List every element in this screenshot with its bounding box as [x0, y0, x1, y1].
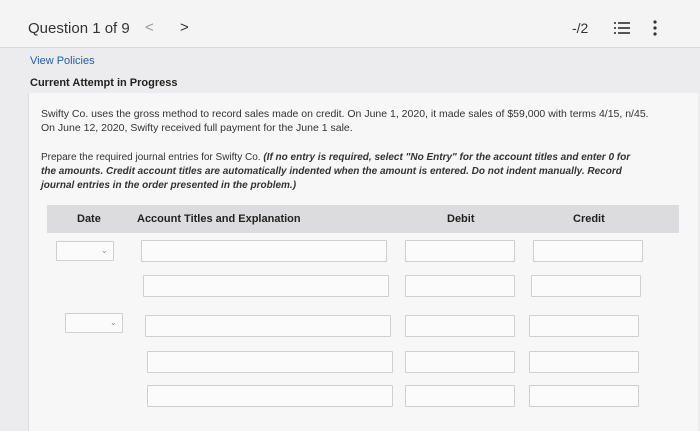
debit-column-header: Debit: [447, 213, 475, 225]
entry2-row2-account-input[interactable]: [147, 351, 393, 373]
entry1-row2-debit-input[interactable]: [405, 275, 515, 297]
entry2-row2-debit-input[interactable]: [405, 351, 515, 373]
attempt-status: Current Attempt in Progress: [30, 77, 178, 89]
instructions-plain: Prepare the required journal entries for…: [41, 152, 264, 163]
entry1-row1-credit-input[interactable]: [533, 240, 643, 262]
entry1-row2-account-input[interactable]: [143, 275, 389, 297]
instructions-text: Prepare the required journal entries for…: [41, 151, 641, 193]
entry2-row3-credit-input[interactable]: [529, 385, 639, 407]
journal-table-header: Date Account Titles and Explanation Debi…: [47, 205, 679, 233]
entry1-row1-debit-input[interactable]: [405, 240, 515, 262]
entry2-date-select[interactable]: ⌄: [65, 313, 123, 333]
entry2-row1-credit-input[interactable]: [529, 315, 639, 337]
entry2-row1-debit-input[interactable]: [405, 315, 515, 337]
account-column-header: Account Titles and Explanation: [137, 213, 301, 225]
question-counter: Question 1 of 9: [28, 20, 130, 37]
credit-column-header: Credit: [573, 213, 605, 225]
previous-question-button[interactable]: <: [145, 19, 154, 36]
entry2-row2-credit-input[interactable]: [529, 351, 639, 373]
question-header: Question 1 of 9 < > -/2: [0, 0, 700, 48]
entry1-row1-account-input[interactable]: [141, 240, 387, 262]
entry1-row2-credit-input[interactable]: [531, 275, 641, 297]
question-card: Swifty Co. uses the gross method to reco…: [28, 93, 698, 431]
entry2-row3-debit-input[interactable]: [405, 385, 515, 407]
list-icon[interactable]: [614, 21, 630, 35]
date-column-header: Date: [77, 213, 101, 225]
kebab-icon[interactable]: [652, 19, 658, 37]
problem-text: Swifty Co. uses the gross method to reco…: [41, 108, 649, 134]
entry2-row1-account-input[interactable]: [145, 315, 391, 337]
question-content: View Policies Current Attempt in Progres…: [0, 48, 700, 431]
chevron-down-icon: ⌄: [110, 318, 117, 327]
entry2-row3-account-input[interactable]: [147, 385, 393, 407]
view-policies-link[interactable]: View Policies: [30, 55, 95, 67]
chevron-down-icon: ⌄: [101, 246, 108, 255]
score-display: -/2: [572, 20, 589, 36]
next-question-button[interactable]: >: [180, 19, 189, 36]
entry1-date-select[interactable]: ⌄: [56, 241, 114, 261]
